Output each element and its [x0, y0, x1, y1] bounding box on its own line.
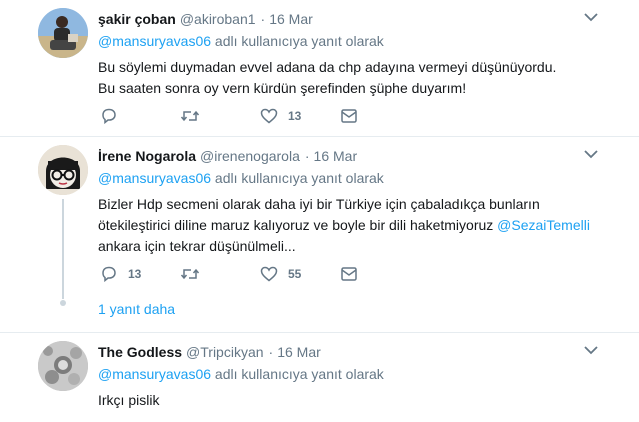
tweet-2[interactable]: İrene Nogarola @irenenogarola · 16 Mar @… — [0, 137, 639, 332]
tweet-text-line: Bu söylemi duymadan evvel adana da chp a… — [98, 59, 557, 75]
tweet-1[interactable]: şakir çoban @akiroban1 · 16 Mar @mansury… — [0, 0, 639, 136]
reply-icon — [102, 108, 116, 124]
like-button[interactable]: 13 — [260, 108, 340, 124]
tweet-text: Bizler Hdp secmeni olarak daha iyi bir T… — [98, 194, 619, 257]
chevron-down-icon[interactable] — [584, 345, 598, 355]
tweet-text-line: ötekileştirici diline maruz kalıyoruz ve… — [98, 215, 619, 236]
like-button[interactable]: 55 — [260, 266, 340, 282]
reply-mention-link[interactable]: @mansuryavas06 — [98, 33, 211, 49]
chevron-down-icon[interactable] — [584, 149, 598, 159]
tweet-header: şakir çoban @akiroban1 · 16 Mar — [98, 10, 619, 28]
retweet-icon — [180, 268, 200, 280]
separator-dot: · — [260, 11, 266, 27]
avatar-irene[interactable] — [38, 145, 88, 195]
author-name[interactable]: İrene Nogarola — [98, 147, 196, 165]
author-handle[interactable]: @Tripcikyan — [186, 343, 264, 361]
retweet-button[interactable] — [180, 266, 260, 282]
retweet-button[interactable] — [180, 108, 260, 124]
tweet-3[interactable]: The Godless @Tripcikyan · 16 Mar @mansur… — [0, 333, 639, 422]
tweet-actions: 13 55 — [100, 264, 360, 284]
tweet-header: İrene Nogarola @irenenogarola · 16 Mar — [98, 147, 619, 165]
reply-button[interactable] — [100, 108, 180, 124]
tweet-text-line: ankara için tekrar düşünülmeli... — [98, 238, 296, 254]
tweet-text-line: Irkçı pislik — [98, 392, 160, 408]
author-handle[interactable]: @akiroban1 — [180, 10, 256, 28]
mention-link[interactable]: @SezaiTemelli — [497, 217, 590, 233]
chevron-down-icon[interactable] — [584, 12, 598, 22]
reply-context: @mansuryavas06 adlı kullanıcıya yanıt ol… — [98, 365, 619, 383]
avatar-godless[interactable] — [38, 341, 88, 391]
tweet-text-line: Bu saaten sonra oy vern kürdün şerefinde… — [98, 80, 467, 96]
tweet-actions: 13 — [100, 106, 360, 126]
timestamp[interactable]: 16 Mar — [269, 10, 313, 28]
author-name[interactable]: şakir çoban — [98, 10, 176, 28]
reply-icon — [102, 266, 116, 282]
retweet-icon — [180, 110, 200, 122]
like-icon — [260, 108, 278, 124]
reply-context: @mansuryavas06 adlı kullanıcıya yanıt ol… — [98, 32, 619, 50]
reply-mention-link[interactable]: @mansuryavas06 — [98, 170, 211, 186]
thread-dot — [60, 300, 66, 306]
reply-context-text: adlı kullanıcıya yanıt olarak — [211, 33, 384, 49]
tweet-text: Irkçı pislik — [98, 390, 619, 411]
tweet-text-segment: ötekileştirici diline maruz kalıyoruz ve… — [98, 217, 498, 233]
dm-button[interactable] — [340, 266, 360, 282]
reply-context-text: adlı kullanıcıya yanıt olarak — [211, 170, 384, 186]
reply-context: @mansuryavas06 adlı kullanıcıya yanıt ol… — [98, 169, 619, 187]
timestamp[interactable]: 16 Mar — [314, 147, 358, 165]
timestamp[interactable]: 16 Mar — [277, 343, 321, 361]
avatar-sakir[interactable] — [38, 8, 88, 58]
like-icon — [260, 266, 278, 282]
like-count: 13 — [288, 109, 302, 123]
dm-icon — [341, 109, 357, 123]
separator-dot: · — [304, 148, 310, 164]
author-name[interactable]: The Godless — [98, 343, 182, 361]
separator-dot: · — [268, 344, 274, 360]
show-more-replies-link[interactable]: 1 yanıt daha — [98, 301, 175, 317]
dm-button[interactable] — [340, 108, 360, 124]
thread-line — [62, 199, 64, 299]
tweet-text-line: Bizler Hdp secmeni olarak daha iyi bir T… — [98, 196, 540, 212]
tweet-text: Bu söylemi duymadan evvel adana da chp a… — [98, 57, 619, 99]
dm-icon — [341, 267, 357, 281]
reply-context-text: adlı kullanıcıya yanıt olarak — [211, 366, 384, 382]
tweet-header: The Godless @Tripcikyan · 16 Mar — [98, 343, 619, 361]
author-handle[interactable]: @irenenogarola — [200, 147, 300, 165]
reply-mention-link[interactable]: @mansuryavas06 — [98, 366, 211, 382]
reply-count: 13 — [128, 267, 142, 281]
like-count: 55 — [288, 267, 302, 281]
reply-button[interactable]: 13 — [100, 266, 180, 282]
